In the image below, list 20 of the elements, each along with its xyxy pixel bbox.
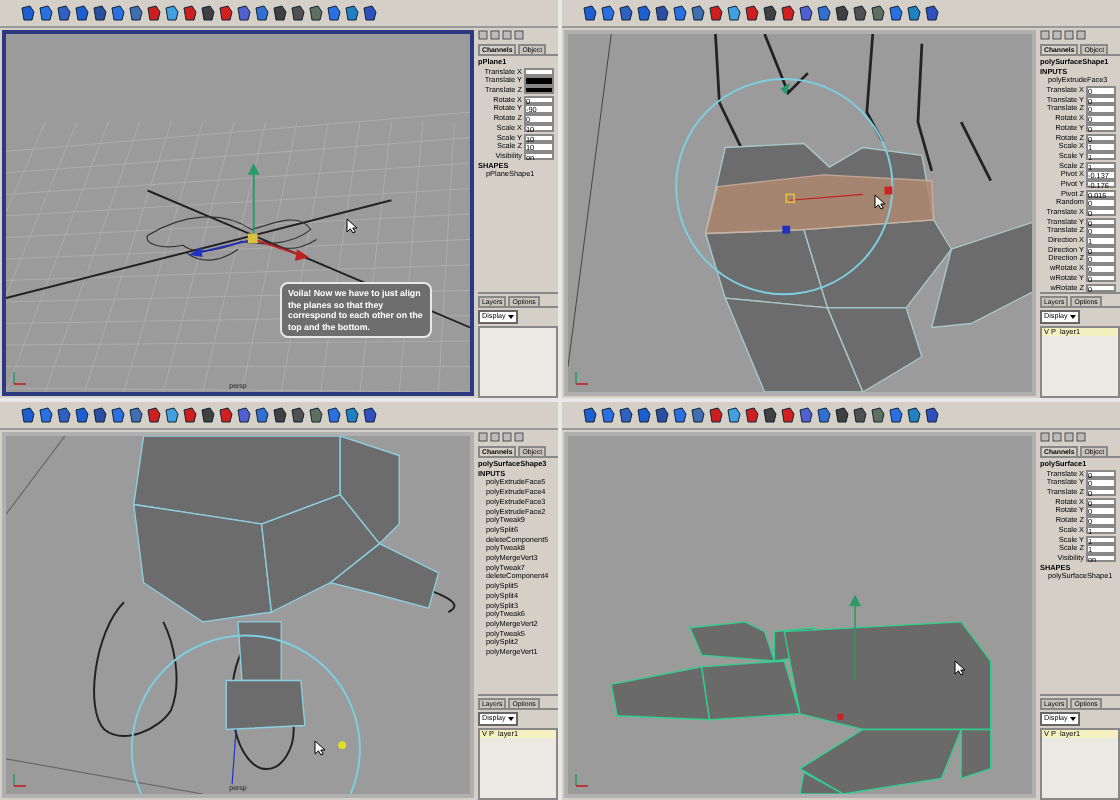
manipulator-drawing[interactable]	[130, 634, 361, 794]
move-manipulator-drawing[interactable]	[188, 163, 309, 261]
attribute-value-field[interactable]	[524, 67, 554, 77]
manipulator-drawing[interactable]	[675, 78, 894, 296]
mouse-cursor-icon	[314, 740, 326, 756]
axis-indicator-icon	[574, 370, 590, 386]
caret-icon	[507, 313, 514, 320]
attribute-value-field[interactable]	[524, 76, 554, 86]
layer-list	[478, 325, 558, 398]
selected-faces[interactable]	[704, 174, 935, 235]
mouse-cursor-icon	[954, 660, 966, 676]
mouse-cursor-icon	[346, 218, 358, 234]
axis-indicator-icon	[12, 772, 28, 788]
attribute-value-field[interactable]	[524, 86, 554, 95]
caret-icon	[1069, 715, 1076, 722]
caret-icon	[507, 715, 514, 722]
caret-icon	[1069, 313, 1076, 320]
mouse-cursor-icon	[874, 194, 886, 210]
axis-indicator-icon	[12, 370, 28, 386]
axis-indicator-icon	[574, 772, 590, 788]
